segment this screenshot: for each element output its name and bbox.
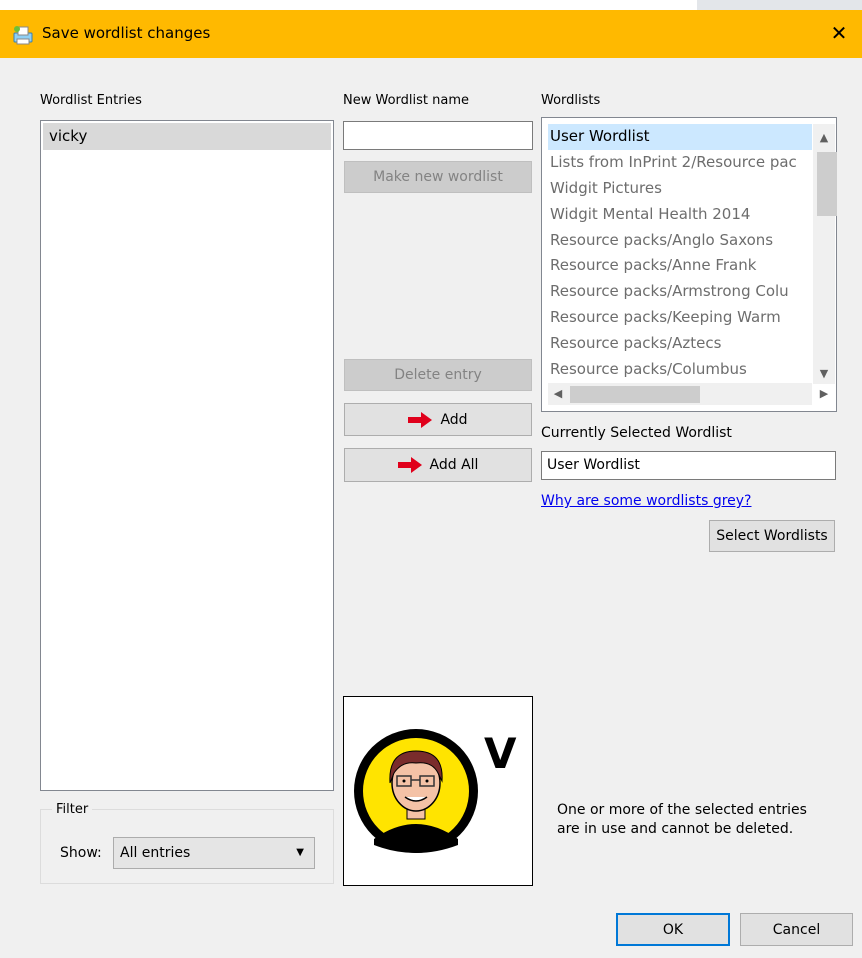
- filter-legend: Filter: [52, 802, 93, 817]
- chevron-down-icon: ▼: [296, 847, 304, 858]
- entries-list[interactable]: vicky: [40, 120, 334, 791]
- top-strip: [0, 0, 862, 10]
- add-label: Add: [440, 411, 468, 428]
- symbol-letter: V: [484, 729, 517, 778]
- wordlist-item[interactable]: Resource packs/Anglo Saxons: [548, 228, 812, 254]
- cancel-button[interactable]: Cancel: [740, 913, 853, 946]
- ok-button[interactable]: OK: [616, 913, 730, 946]
- new-wordlist-label: New Wordlist name: [343, 93, 469, 108]
- show-label: Show:: [60, 845, 102, 861]
- wordlists-list[interactable]: User Wordlist Lists from InPrint 2/Resou…: [541, 117, 837, 412]
- scroll-left-icon[interactable]: ◀: [548, 383, 568, 405]
- make-new-wordlist-button[interactable]: Make new wordlist: [344, 161, 532, 193]
- cancel-label: Cancel: [772, 921, 821, 938]
- app-icon: [13, 26, 33, 45]
- vertical-scrollbar[interactable]: ▲ ▼: [813, 124, 837, 384]
- wordlist-item[interactable]: Resource packs/Anne Frank: [548, 253, 812, 279]
- vertical-scroll-thumb[interactable]: [817, 152, 837, 216]
- wordlists-label: Wordlists: [541, 93, 601, 108]
- scroll-down-icon[interactable]: ▼: [813, 364, 835, 384]
- wordlist-item[interactable]: Widgit Mental Health 2014: [548, 202, 812, 228]
- entries-label: Wordlist Entries: [40, 93, 142, 108]
- ok-label: OK: [662, 921, 684, 938]
- delete-entry-button[interactable]: Delete entry: [344, 359, 532, 391]
- person-symbol-icon: [354, 729, 478, 853]
- scroll-right-icon[interactable]: ▶: [814, 383, 834, 405]
- new-wordlist-name-input[interactable]: [343, 121, 533, 150]
- info-line: are in use and cannot be deleted.: [557, 821, 794, 837]
- wordlist-item[interactable]: Resource packs/Keeping Warm: [548, 305, 812, 331]
- top-strip-segment: [697, 0, 862, 10]
- wordlist-item[interactable]: Lists from InPrint 2/Resource pac: [548, 150, 812, 176]
- wordlist-item[interactable]: Resource packs/Aztecs: [548, 331, 812, 357]
- list-item[interactable]: vicky: [43, 123, 331, 150]
- info-line: One or more of the selected entries: [557, 802, 807, 818]
- show-filter-dropdown[interactable]: All entries ▼: [113, 837, 315, 869]
- why-grey-link[interactable]: Why are some wordlists grey?: [541, 493, 752, 509]
- window-title: Save wordlist changes: [42, 24, 211, 42]
- add-all-button[interactable]: Add All: [344, 448, 532, 482]
- wordlist-item[interactable]: Widgit Pictures: [548, 176, 812, 202]
- add-all-label: Add All: [429, 457, 479, 473]
- currently-selected-wordlist-field: User Wordlist: [541, 451, 836, 480]
- currently-selected-label: Currently Selected Wordlist: [541, 425, 732, 441]
- add-button[interactable]: Add: [344, 403, 532, 436]
- delete-entry-label: Delete entry: [394, 367, 482, 383]
- make-new-wordlist-label: Make new wordlist: [373, 169, 503, 185]
- wordlist-item[interactable]: Resource packs/Armstrong Colu: [548, 279, 812, 305]
- symbol-preview: V: [343, 696, 533, 886]
- select-wordlists-button[interactable]: Select Wordlists: [709, 520, 835, 552]
- select-wordlists-label: Select Wordlists: [716, 528, 828, 544]
- show-filter-value: All entries: [120, 845, 191, 861]
- close-icon[interactable]: ✕: [826, 20, 852, 46]
- right-arrow-icon: [397, 457, 422, 473]
- info-message: One or more of the selected entries are …: [557, 801, 807, 839]
- wordlist-item[interactable]: User Wordlist: [548, 124, 812, 150]
- scroll-up-icon[interactable]: ▲: [813, 128, 835, 148]
- right-arrow-icon: [408, 411, 433, 428]
- horizontal-scrollbar[interactable]: ◀ ▶: [548, 383, 828, 405]
- title-bar: Save wordlist changes ✕: [0, 10, 862, 58]
- horizontal-scroll-thumb[interactable]: [570, 386, 700, 403]
- wordlist-item[interactable]: Resource packs/Columbus: [548, 357, 812, 383]
